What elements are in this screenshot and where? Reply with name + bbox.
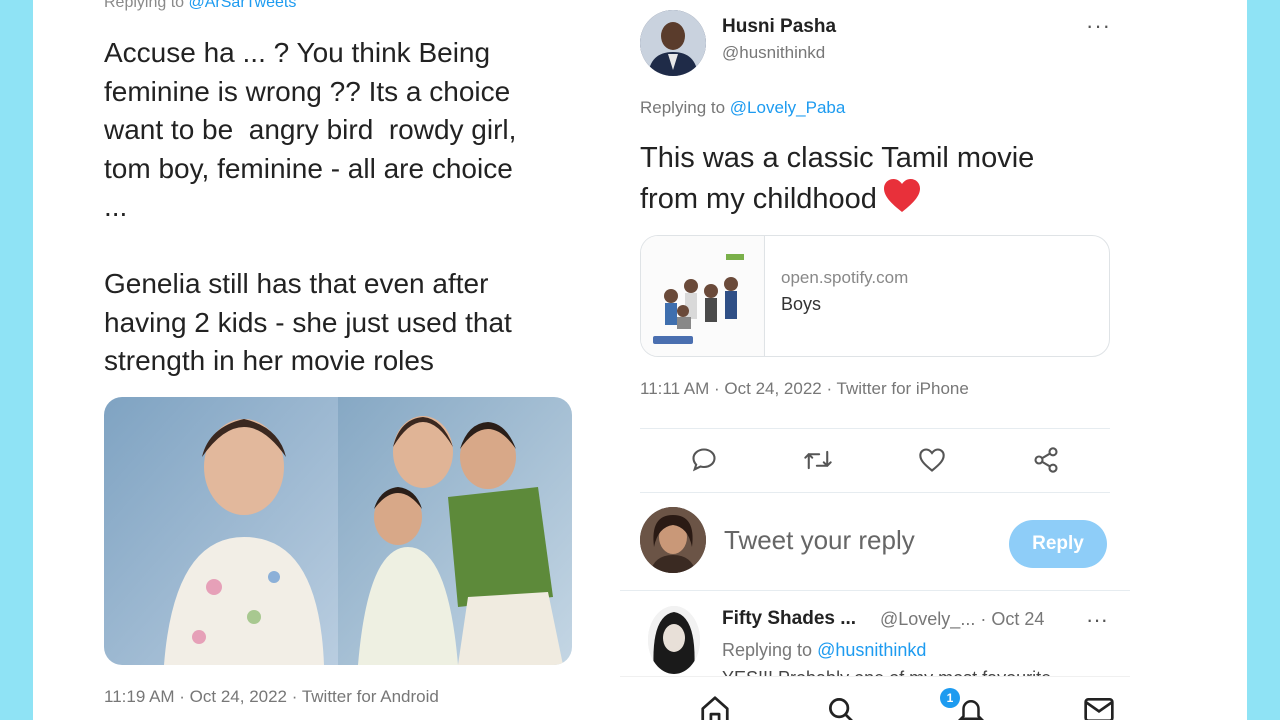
replying-to-link[interactable]: @ArSarTweets xyxy=(189,0,297,11)
tweet-timestamp[interactable]: 11:19 AM · Oct 24, 2022 · Twitter for An… xyxy=(104,687,439,707)
replying-to-label: Replying to xyxy=(640,98,730,117)
replying-to-link[interactable]: @Lovely_Paba xyxy=(730,98,846,117)
tweet-text: This was a classic Tamil movie from my c… xyxy=(640,142,1035,215)
divider xyxy=(640,492,1110,493)
notification-badge: 1 xyxy=(940,688,960,708)
reply-button[interactable]: Reply xyxy=(1009,520,1107,568)
reply-meta[interactable]: @Lovely_... · Oct 24 xyxy=(880,609,1044,630)
media-photo-left xyxy=(104,397,338,665)
more-options-icon[interactable]: ··· xyxy=(1086,13,1111,39)
reply-author-name[interactable]: Fifty Shades ... xyxy=(722,608,856,630)
replying-to-link[interactable]: @husnithinkd xyxy=(817,640,926,660)
avatar[interactable] xyxy=(640,507,706,573)
reply-tweet[interactable]: Fifty Shades ... @Lovely_... · Oct 24 ··… xyxy=(640,602,1110,682)
tweet-actions xyxy=(640,440,1110,482)
author-name[interactable]: Husni Pasha xyxy=(722,16,836,38)
retweet-icon[interactable] xyxy=(798,440,838,480)
tweet-text-container: This was a classic Tamil movie from my c… xyxy=(640,138,1100,219)
tweet-media[interactable] xyxy=(104,397,572,665)
search-icon[interactable] xyxy=(826,695,860,720)
tweet-timestamp[interactable]: 11:11 AM · Oct 24, 2022 · Twitter for iP… xyxy=(640,379,969,399)
media-photo-right xyxy=(338,397,572,665)
divider xyxy=(620,590,1130,591)
messages-icon[interactable] xyxy=(1083,695,1117,720)
bottom-nav xyxy=(620,676,1130,720)
replying-to-line: Replying to @husnithinkd xyxy=(722,640,926,661)
replying-to-line: Replying to @ArSarTweets xyxy=(104,0,296,12)
home-icon[interactable] xyxy=(698,695,732,720)
divider xyxy=(640,428,1110,429)
replying-to-line: Replying to @Lovely_Paba xyxy=(640,98,845,118)
like-icon[interactable] xyxy=(912,440,952,480)
heart-emoji-icon xyxy=(883,178,921,214)
avatar[interactable] xyxy=(640,10,706,76)
reply-input[interactable]: Tweet your reply xyxy=(724,525,915,556)
compose-reply: Tweet your reply Reply xyxy=(640,507,1110,575)
avatar[interactable] xyxy=(648,606,700,674)
share-icon[interactable] xyxy=(1026,440,1066,480)
link-card[interactable]: open.spotify.com Boys xyxy=(640,235,1110,357)
reply-icon[interactable] xyxy=(684,440,724,480)
more-options-icon[interactable]: ··· xyxy=(1086,607,1108,633)
replying-to-label: Replying to xyxy=(104,0,189,11)
replying-to-label: Replying to xyxy=(722,640,818,660)
author-handle[interactable]: @husnithinkd xyxy=(722,43,825,63)
card-domain: open.spotify.com xyxy=(781,268,909,287)
tweet-text: Accuse ha ... ? You think Being feminine… xyxy=(104,37,517,376)
card-thumbnail xyxy=(641,236,765,356)
notifications-icon[interactable] xyxy=(955,695,989,720)
card-title: Boys xyxy=(781,294,822,314)
